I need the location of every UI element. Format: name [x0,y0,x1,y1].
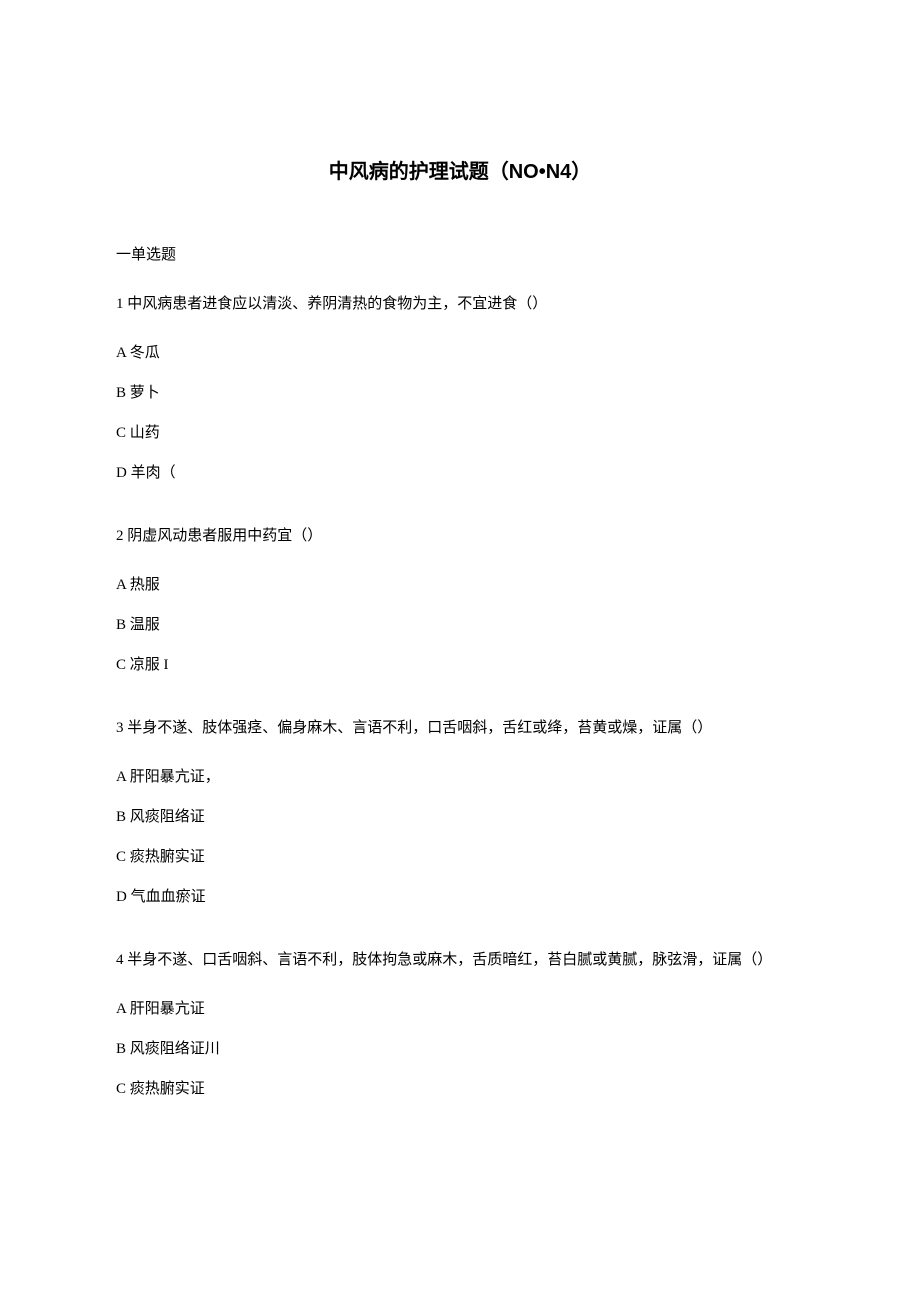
option-b: B 风痰阻络证 [116,804,804,831]
option-a: A 肝阳暴亢证 [116,996,804,1023]
question-block-1: 1 中风病患者进食应以清淡、养阴清热的食物为主，不宜进食（） A 冬瓜 B 萝卜… [116,291,804,487]
option-c: C 痰热腑实证 [116,844,804,871]
option-d: D 气血血瘀证 [116,884,804,911]
question-text: 3 半身不遂、肢体强痉、偏身麻木、言语不利，口舌咽斜，舌红或绛，苔黄或燥，证属（… [116,715,804,742]
question-block-2: 2 阴虚风动患者服用中药宜（） A 热服 B 温服 C 凉服 I [116,523,804,679]
question-text: 2 阴虚风动患者服用中药宜（） [116,523,804,550]
option-c: C 山药 [116,420,804,447]
option-a: A 热服 [116,572,804,599]
question-text: 4 半身不遂、口舌咽斜、言语不利，肢体拘急或麻木，舌质暗红，苔白腻或黄腻，脉弦滑… [116,947,804,974]
option-b: B 温服 [116,612,804,639]
section-header: 一单选题 [116,242,804,269]
question-block-4: 4 半身不遂、口舌咽斜、言语不利，肢体拘急或麻木，舌质暗红，苔白腻或黄腻，脉弦滑… [116,947,804,1103]
option-c: C 痰热腑实证 [116,1076,804,1103]
option-d: D 羊肉（ [116,460,804,487]
option-a: A 肝阳暴亢证， [116,764,804,791]
option-b: B 风痰阻络证川 [116,1036,804,1063]
option-b: B 萝卜 [116,380,804,407]
option-a: A 冬瓜 [116,340,804,367]
option-c: C 凉服 I [116,652,804,679]
question-text: 1 中风病患者进食应以清淡、养阴清热的食物为主，不宜进食（） [116,291,804,318]
question-block-3: 3 半身不遂、肢体强痉、偏身麻木、言语不利，口舌咽斜，舌红或绛，苔黄或燥，证属（… [116,715,804,911]
page-title: 中风病的护理试题（NO•N4） [116,155,804,184]
